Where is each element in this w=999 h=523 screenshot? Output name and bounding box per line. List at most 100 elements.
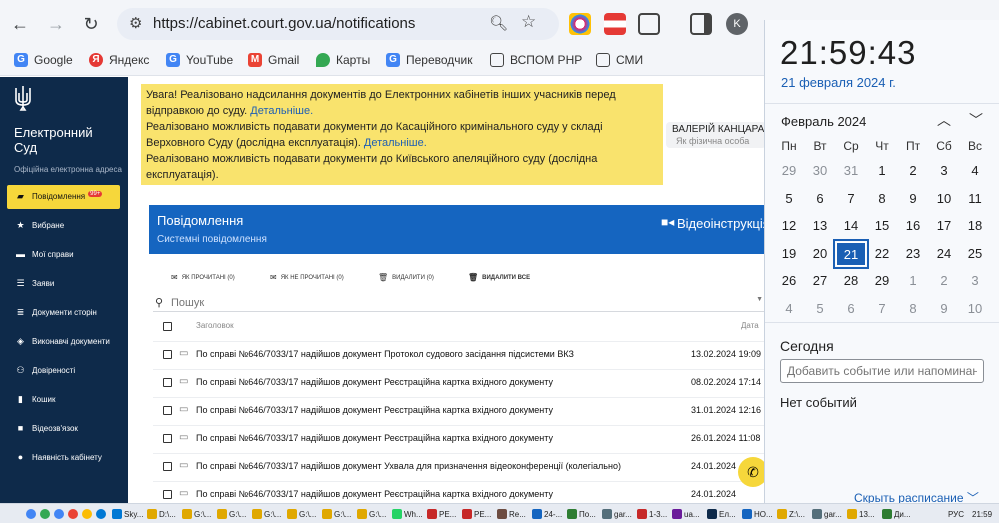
clock-date[interactable]: 21 февраля 2024 г.: [781, 75, 896, 90]
pinned-app-icon[interactable]: [82, 509, 92, 519]
calendar-day[interactable]: 2: [929, 269, 959, 293]
calendar-day[interactable]: 3: [960, 269, 990, 293]
address-bar[interactable]: ⚙ https://cabinet.court.gov.ua/notificat…: [117, 8, 559, 40]
bookmark-gmail[interactable]: M Gmail: [248, 53, 299, 67]
taskbar-app[interactable]: ua...: [672, 507, 700, 521]
bookmark-yandex[interactable]: Я Яндекс: [89, 53, 149, 67]
calendar-day[interactable]: 19: [774, 242, 804, 266]
taskbar-app[interactable]: НО...: [742, 507, 773, 521]
select-all-checkbox[interactable]: [163, 322, 172, 331]
bookmark-maps[interactable]: Карты: [316, 53, 370, 67]
calendar-day[interactable]: 29: [774, 159, 804, 183]
taskbar-app[interactable]: G:\...: [182, 507, 211, 521]
back-arrow-icon[interactable]: ←: [8, 12, 32, 36]
calendar-day[interactable]: 5: [774, 187, 804, 211]
calendar-day[interactable]: 31: [836, 159, 866, 183]
calendar-day[interactable]: 8: [867, 187, 897, 211]
calendar-day[interactable]: 28: [836, 269, 866, 293]
delete-all-button[interactable]: 🗑︎ ВИДАЛИТИ ВСЕ: [468, 273, 530, 282]
row-checkbox[interactable]: [163, 490, 172, 499]
taskbar-app[interactable]: PE...: [462, 507, 491, 521]
sidebar-item-my-cases[interactable]: ▬ Мої справи: [16, 250, 74, 260]
sidebar-item-executive-documents[interactable]: ◈ Виконавчі документи: [16, 337, 110, 347]
sidebar-item-trash[interactable]: ▮ Кошик: [16, 395, 55, 405]
user-profile[interactable]: ВАЛЕРІЙ КАНЦАРА Як фізична особа: [666, 122, 766, 148]
taskbar-app[interactable]: Wh...: [392, 507, 423, 521]
calendar-day-today[interactable]: 21: [833, 239, 869, 269]
calendar-day[interactable]: 25: [960, 242, 990, 266]
calendar-day[interactable]: 29: [867, 269, 897, 293]
taskbar-app[interactable]: G:\...: [287, 507, 316, 521]
calendar-day[interactable]: 26: [774, 269, 804, 293]
calendar-day[interactable]: 7: [867, 297, 897, 321]
taskbar-app[interactable]: По...: [567, 507, 596, 521]
calendar-day[interactable]: 4: [774, 297, 804, 321]
bookmark-translate[interactable]: G Переводчик: [386, 53, 473, 67]
calendar-day[interactable]: 12: [774, 214, 804, 238]
pinned-app-icon[interactable]: [54, 509, 64, 519]
taskbar-app[interactable]: Ди...: [882, 507, 911, 521]
calendar-day[interactable]: 10: [960, 297, 990, 321]
calendar-day[interactable]: 4: [960, 159, 990, 183]
bookmark-star-icon[interactable]: ☆: [521, 12, 536, 32]
calendar-day[interactable]: 2: [898, 159, 928, 183]
bookmark-folder-smi[interactable]: СМИ: [596, 53, 643, 67]
pinned-app-icon[interactable]: [40, 509, 50, 519]
sidebar-item-applications[interactable]: ☰ Заяви: [16, 279, 54, 289]
calendar-day[interactable]: 14: [836, 214, 866, 238]
calendar-day[interactable]: 22: [867, 242, 897, 266]
bookmark-folder-vspom[interactable]: ВСПОМ РНР: [490, 53, 582, 67]
taskbar-app[interactable]: G:\...: [252, 507, 281, 521]
calendar-day[interactable]: 3: [929, 159, 959, 183]
chevron-down-icon[interactable]: ﹀: [969, 110, 983, 130]
calendar-day[interactable]: 1: [867, 159, 897, 183]
table-row[interactable]: ▭ По справі №646/7033/17 надійшов докумен…: [153, 481, 765, 503]
bookmark-youtube[interactable]: G YouTube: [166, 53, 233, 67]
table-row[interactable]: ▭ По справі №646/7033/17 надійшов докумен…: [153, 453, 765, 481]
pinned-app-icon[interactable]: [68, 509, 78, 519]
calendar-day[interactable]: 5: [805, 297, 835, 321]
bookmark-google[interactable]: G Google: [14, 53, 73, 67]
extensions-puzzle-icon[interactable]: [638, 13, 660, 35]
sidebar-item-cabinet-check[interactable]: ● Наявність кабінету: [16, 453, 102, 463]
table-row[interactable]: ▭ По справі №646/7033/17 надійшов докумен…: [153, 425, 765, 453]
taskbar-app[interactable]: 1-3...: [637, 507, 667, 521]
delete-button[interactable]: 🗑︎ ВИДАЛИТИ (0): [378, 273, 434, 282]
calendar-day[interactable]: 1: [898, 269, 928, 293]
video-instruction-link[interactable]: Відеоінструкція: [677, 216, 770, 231]
column-header-date[interactable]: Дата: [741, 321, 759, 330]
calendar-day[interactable]: 23: [898, 242, 928, 266]
taskbar-app[interactable]: 13...: [847, 507, 875, 521]
sidebar-item-powers-of-attorney[interactable]: ⚇ Довіреності: [16, 366, 75, 376]
table-row[interactable]: ▭ По справі №646/7033/17 надійшов докумен…: [153, 369, 765, 397]
calendar-day[interactable]: 30: [805, 159, 835, 183]
reload-icon[interactable]: ↻: [79, 12, 103, 36]
calendar-day[interactable]: 7: [836, 187, 866, 211]
calendar-day[interactable]: 18: [960, 214, 990, 238]
row-checkbox[interactable]: [163, 434, 172, 443]
taskbar-app[interactable]: 24-...: [532, 507, 562, 521]
calendar-day[interactable]: 6: [805, 187, 835, 211]
mark-read-button[interactable]: ✉ ЯК ПРОЧИТАНІ (0): [171, 273, 235, 282]
sidebar-item-favorites[interactable]: ★ Вибране: [16, 221, 64, 231]
input-language[interactable]: РУС: [948, 507, 964, 521]
zoom-search-icon[interactable]: 🔍︎: [489, 14, 508, 32]
calendar-day[interactable]: 6: [836, 297, 866, 321]
mark-unread-button[interactable]: ✉ ЯК НЕ ПРОЧИТАНІ (0): [270, 273, 344, 282]
add-event-input[interactable]: [780, 359, 984, 383]
pinned-app-icon[interactable]: [26, 509, 36, 519]
calendar-day[interactable]: 17: [929, 214, 959, 238]
calendar-day[interactable]: 9: [929, 297, 959, 321]
calendar-day[interactable]: 8: [898, 297, 928, 321]
side-panel-icon[interactable]: [690, 13, 712, 35]
taskbar-app[interactable]: G:\...: [217, 507, 246, 521]
sidebar-item-notifications[interactable]: ▰ Повідомлення 99+: [16, 190, 103, 201]
taskbar-app[interactable]: Re...: [497, 507, 526, 521]
taskbar-clock[interactable]: 21:59: [972, 507, 992, 521]
taskbar-app[interactable]: PE...: [427, 507, 456, 521]
calendar-day[interactable]: 13: [805, 214, 835, 238]
taskbar-app[interactable]: G:\...: [322, 507, 351, 521]
site-settings-icon[interactable]: ⚙: [129, 14, 142, 32]
row-checkbox[interactable]: [163, 462, 172, 471]
sidebar-item-party-documents[interactable]: ≣ Документи сторін: [16, 308, 97, 318]
